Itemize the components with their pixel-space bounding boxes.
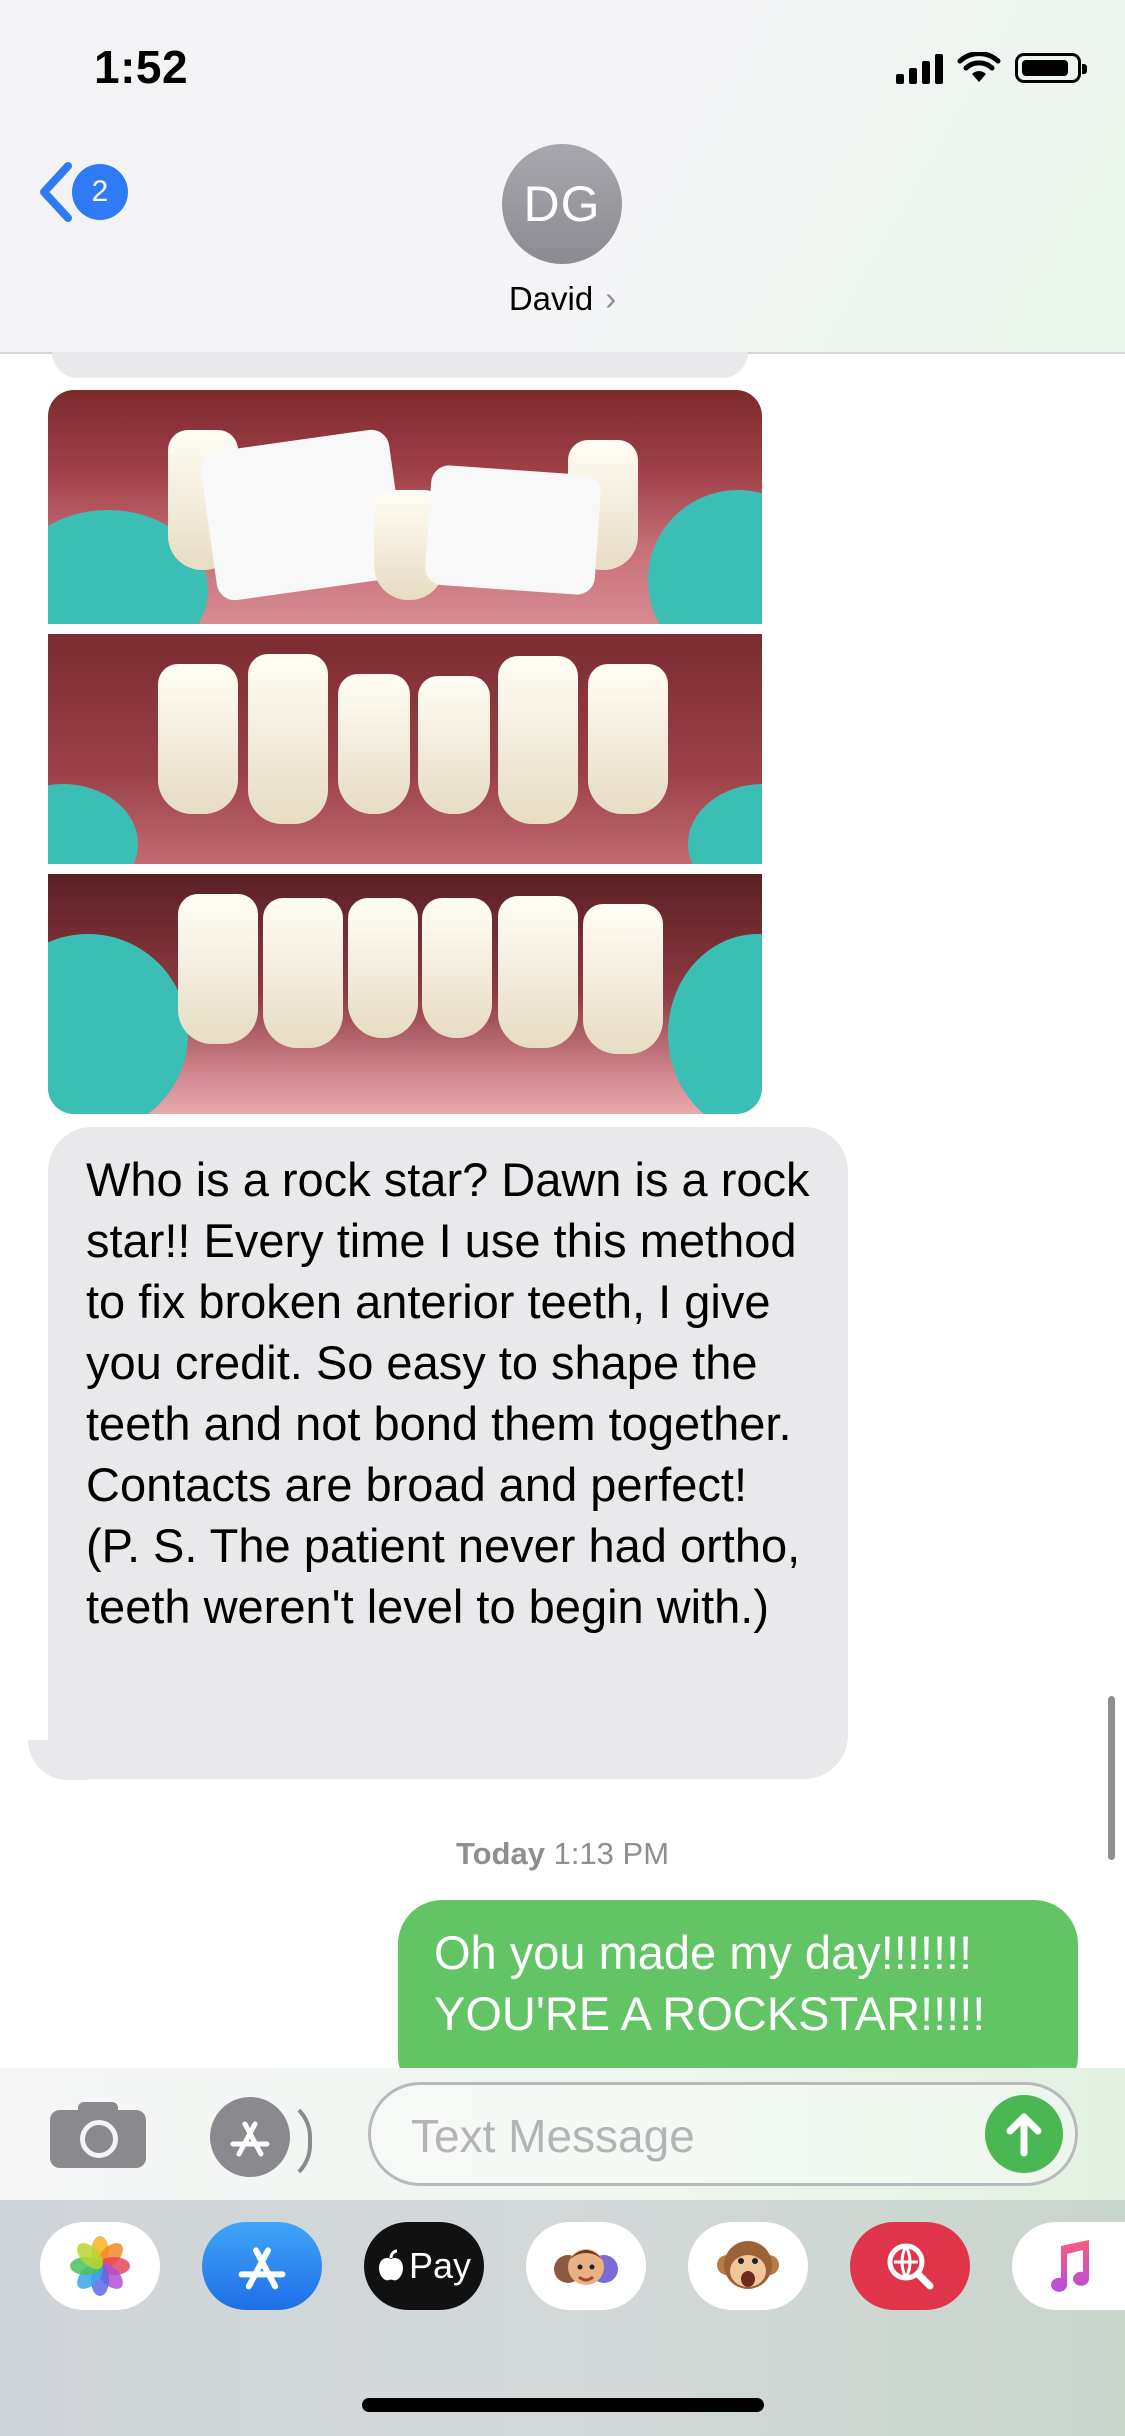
timestamp-day: Today [455, 1836, 545, 1871]
chevron-right-icon: › [605, 280, 617, 317]
camera-icon [80, 2120, 118, 2158]
apple-pay-app-button[interactable]: Pay [364, 2222, 484, 2310]
previous-message-bubble[interactable] [52, 352, 748, 378]
contact-name: David [508, 280, 594, 317]
memoji-app-button[interactable] [526, 2222, 646, 2310]
camera-button[interactable] [50, 2102, 146, 2168]
battery-icon [1015, 53, 1087, 83]
app-store-icon [210, 2097, 290, 2177]
app-store-app-button[interactable] [202, 2222, 322, 2310]
animoji-app-button[interactable] [688, 2222, 808, 2310]
contact-name-button[interactable]: David › [0, 280, 1125, 318]
timestamp-time: 1:13 PM [544, 1836, 670, 1871]
cellular-signal-icon [896, 52, 943, 84]
message-input[interactable]: Text Message [368, 2082, 1078, 2186]
photo-panel-after [48, 874, 762, 1114]
back-button[interactable]: 2 [36, 160, 128, 224]
web-search-icon [887, 2243, 934, 2290]
status-time: 1:52 [94, 41, 189, 93]
arrow-up-icon [1006, 2113, 1042, 2157]
conversation-header: 1:52 2 DG David › [0, 0, 1125, 354]
apple-pay-icon [378, 2249, 403, 2281]
incoming-message-bubble[interactable]: Who is a rock star? Dawn is a rock star!… [48, 1127, 848, 1779]
music-app-button[interactable] [1012, 2222, 1125, 2310]
scroll-indicator[interactable] [1108, 1696, 1115, 1860]
contact-avatar[interactable]: DG [502, 144, 622, 264]
photos-icon [70, 2236, 130, 2296]
message-timestamp: Today 1:13 PM [0, 1836, 1125, 1872]
chevron-left-icon [40, 162, 72, 222]
music-icon [1050, 2240, 1089, 2292]
send-button[interactable] [985, 2095, 1063, 2173]
animoji-icon [717, 2241, 779, 2289]
apple-pay-label: Pay [408, 2245, 472, 2286]
message-input-placeholder: Text Message [411, 2110, 695, 2162]
app-store-icon [238, 2247, 286, 2290]
message-photo[interactable] [48, 390, 762, 1114]
web-search-app-button[interactable] [850, 2222, 970, 2310]
photos-app-button[interactable] [40, 2222, 160, 2310]
app-store-button[interactable] [210, 2097, 312, 2185]
home-indicator[interactable] [362, 2398, 764, 2412]
photo-panel-before [48, 390, 762, 624]
photo-panel-mid [48, 634, 762, 864]
unread-count-badge: 2 [72, 164, 128, 220]
status-icons [896, 52, 1087, 84]
wifi-icon [957, 52, 1001, 82]
memoji-icon [554, 2249, 618, 2285]
